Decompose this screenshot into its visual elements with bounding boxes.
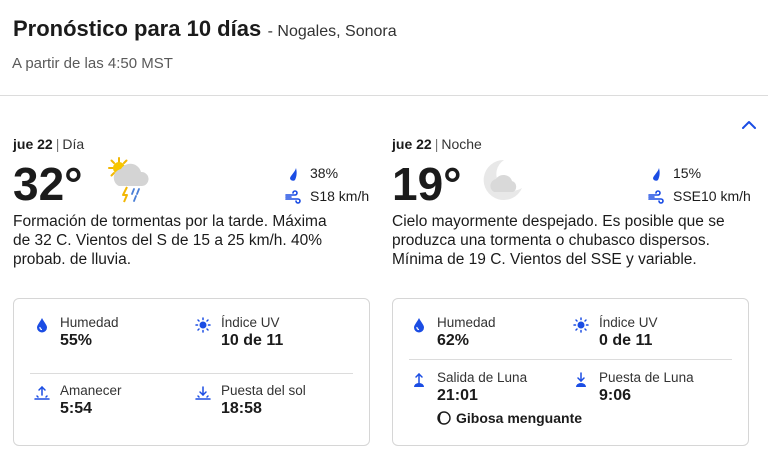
- sunset-label: Puesta del sol: [221, 383, 306, 398]
- day-uv-index: Índice UV 10 de 11: [195, 315, 345, 355]
- precip-drop-icon: [290, 168, 297, 181]
- sunrise-value: 5:54: [60, 400, 93, 417]
- day-period: Día: [62, 136, 85, 152]
- uv-sun-icon: [195, 317, 211, 333]
- day-wind-value: S18 km/h: [310, 188, 370, 204]
- moon-phase-label: Gibosa menguante: [456, 410, 583, 426]
- updated-time: A partir de las 4:50 MST: [12, 55, 173, 72]
- title-row: Pronóstico para 10 días - Nogales, Sonor…: [13, 16, 397, 42]
- waning-gibbous-moon-icon: [437, 411, 451, 425]
- thunderstorm-partly-sunny-icon: [105, 156, 155, 206]
- night-details-card: Humedad 62% Índice UV 0 de 11 Salida de …: [392, 298, 749, 446]
- moonrise-value: 21:01: [437, 387, 478, 404]
- wind-icon: [648, 190, 664, 204]
- night-period-label: jue 22 | Noche: [392, 136, 482, 152]
- night-moonrise: Salida de Luna 21:01: [411, 370, 561, 410]
- humidity-label: Humedad: [437, 315, 496, 330]
- day-precip-value: 38%: [310, 165, 339, 181]
- night-uv-index: Índice UV 0 de 11: [573, 315, 723, 355]
- card-divider: [409, 359, 732, 360]
- night-temperature: 19°: [392, 158, 462, 210]
- day-narrative: Formación de tormentas por la tarde. Máx…: [13, 213, 327, 268]
- moonrise-icon: [414, 372, 424, 387]
- day-wind: S18 km/h: [285, 188, 375, 206]
- partly-cloudy-night-icon: [478, 156, 528, 206]
- humidity-value: 55%: [60, 332, 93, 349]
- night-period: Noche: [441, 136, 482, 152]
- night-humidity: Humedad 62%: [411, 315, 561, 355]
- day-temperature: 32°: [13, 158, 83, 210]
- day-sunset: Puesta del sol 18:58: [195, 383, 345, 423]
- night-date: jue 22: [392, 136, 432, 152]
- sunset-icon: [195, 386, 211, 400]
- sunset-value: 18:58: [221, 400, 262, 417]
- night-precip: 15%: [648, 165, 754, 183]
- night-wind: SSE10 km/h: [648, 188, 758, 206]
- day-humidity: Humedad 55%: [34, 315, 184, 355]
- moonset-icon: [576, 372, 586, 387]
- day-sunrise: Amanecer 5:54: [34, 383, 184, 423]
- humidity-label: Humedad: [60, 315, 119, 330]
- night-moonset: Puesta de Luna 9:06: [573, 370, 723, 410]
- night-precip-value: 15%: [673, 165, 702, 181]
- wind-icon: [285, 190, 301, 204]
- day-precip: 38%: [285, 165, 375, 183]
- location-label: - Nogales, Sonora: [267, 23, 397, 40]
- night-narrative: Cielo mayormente despejado. Es posible q…: [392, 213, 725, 268]
- humidity-value: 62%: [437, 332, 470, 349]
- precip-drop-icon: [653, 168, 660, 181]
- page-title: Pronóstico para 10 días: [13, 16, 262, 41]
- divider: [0, 95, 768, 96]
- day-details-card: Humedad 55% Índice UV 10 de 11 Amanecer …: [13, 298, 370, 446]
- card-divider: [30, 373, 353, 374]
- forecast-header: Pronóstico para 10 días - Nogales, Sonor…: [0, 0, 768, 96]
- uv-label: Índice UV: [599, 315, 658, 330]
- uv-sun-icon: [573, 317, 589, 333]
- humidity-drop-icon: [414, 318, 424, 333]
- day-period-label: jue 22 | Día: [13, 136, 85, 152]
- night-wind-value: SSE10 km/h: [673, 188, 751, 204]
- moonset-value: 9:06: [599, 387, 632, 404]
- moonrise-label: Salida de Luna: [437, 370, 528, 385]
- uv-label: Índice UV: [221, 315, 280, 330]
- moonset-label: Puesta de Luna: [599, 370, 694, 385]
- sunrise-label: Amanecer: [60, 383, 122, 398]
- uv-value: 10 de 11: [221, 332, 284, 349]
- humidity-drop-icon: [37, 318, 47, 333]
- day-date: jue 22: [13, 136, 53, 152]
- uv-value: 0 de 11: [599, 332, 653, 349]
- sunrise-icon: [34, 385, 50, 400]
- collapse-chevron-up-icon[interactable]: [739, 115, 759, 135]
